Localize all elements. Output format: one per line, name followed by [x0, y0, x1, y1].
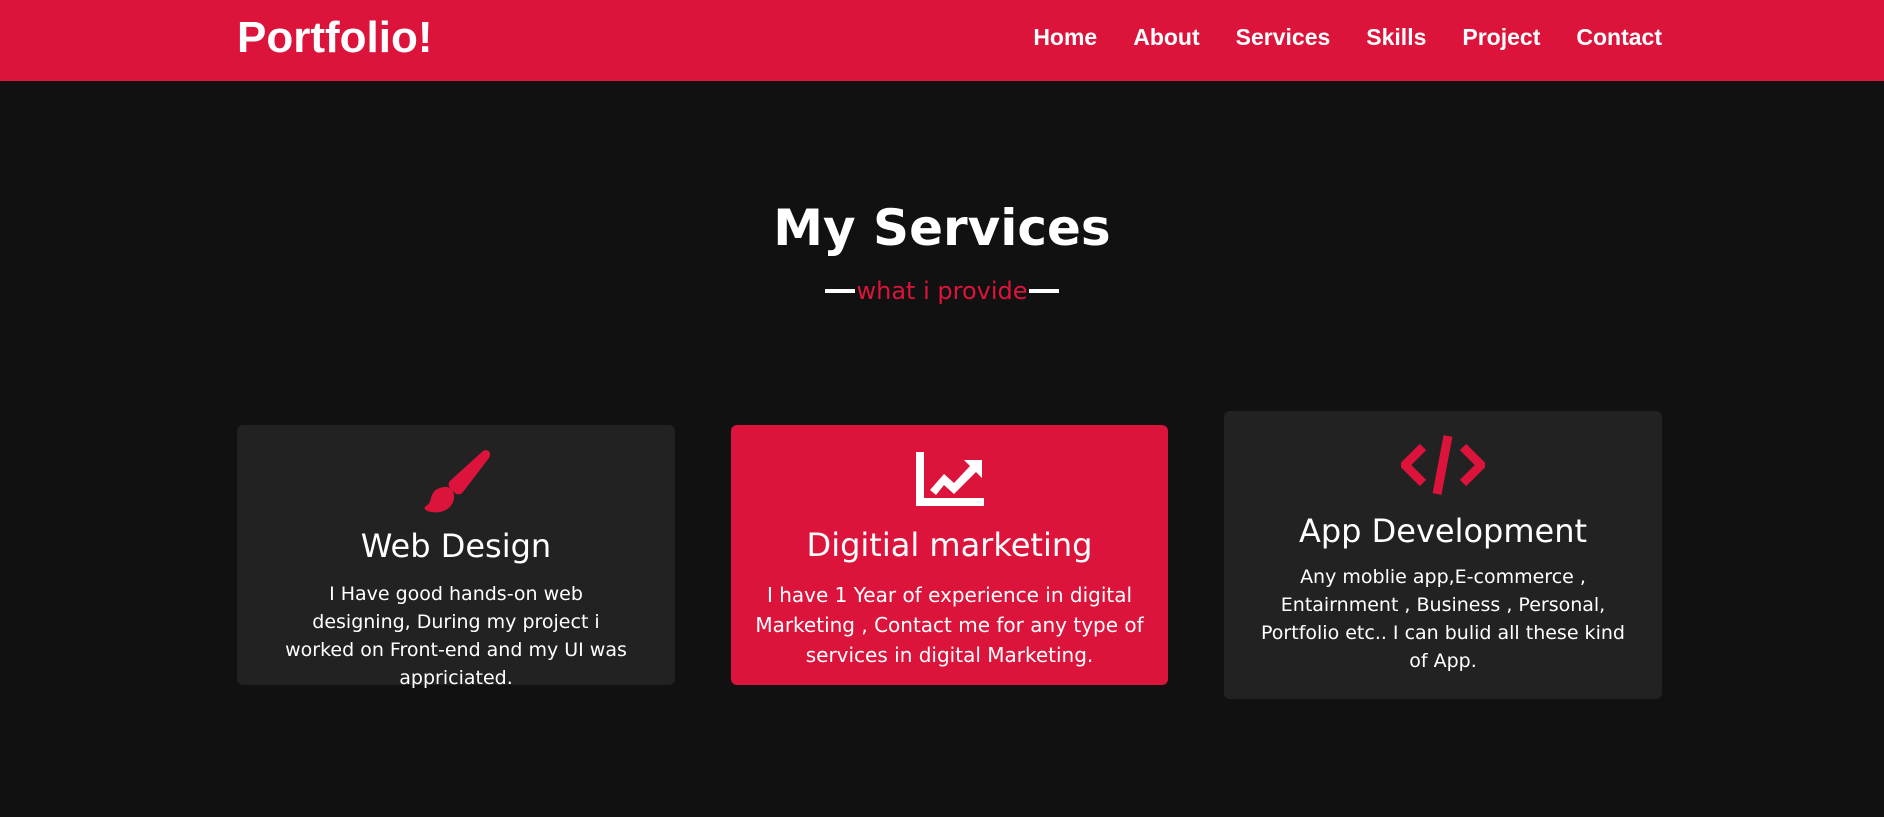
card-text: I have 1 Year of experience in digital M…: [755, 583, 1144, 667]
subtitle-text: what i provide: [856, 277, 1028, 305]
nav-item-project[interactable]: Project: [1462, 19, 1540, 55]
subtitle-line-right: [1028, 289, 1059, 293]
card-title: Digitial marketing: [806, 526, 1093, 564]
code-icon: [1401, 435, 1485, 495]
nav-menu: Home About Services Skills Project Conta…: [1033, 19, 1662, 55]
card-text: Any moblie app,E-commerce , Entairnment …: [1261, 566, 1625, 672]
service-card-web-design[interactable]: Web Design I Have good hands-on web desi…: [237, 425, 675, 689]
navbar: Portfolio! Home About Services Skills Pr…: [0, 0, 1884, 81]
card-title: App Development: [1298, 512, 1588, 550]
subtitle-line-left: [825, 289, 856, 293]
site-logo[interactable]: Portfolio!: [237, 12, 433, 64]
nav-item-services[interactable]: Services: [1236, 19, 1331, 55]
section-title: My Services: [773, 199, 1111, 257]
paint-brush-icon: [424, 450, 491, 513]
nav-item-about[interactable]: About: [1133, 19, 1199, 55]
chart-line-icon: [915, 452, 984, 506]
service-card-app-development[interactable]: App Development Any moblie app,E-commerc…: [1224, 411, 1662, 699]
section-subtitle: what i provide: [0, 275, 1884, 307]
card-text: I Have good hands-on web designing, Duri…: [285, 583, 627, 689]
nav-item-home[interactable]: Home: [1033, 19, 1097, 55]
service-card-digital-marketing[interactable]: Digitial marketing I have 1 Year of expe…: [731, 425, 1168, 685]
nav-item-skills[interactable]: Skills: [1366, 19, 1426, 55]
nav-item-contact[interactable]: Contact: [1576, 19, 1662, 55]
card-title: Web Design: [360, 527, 552, 565]
